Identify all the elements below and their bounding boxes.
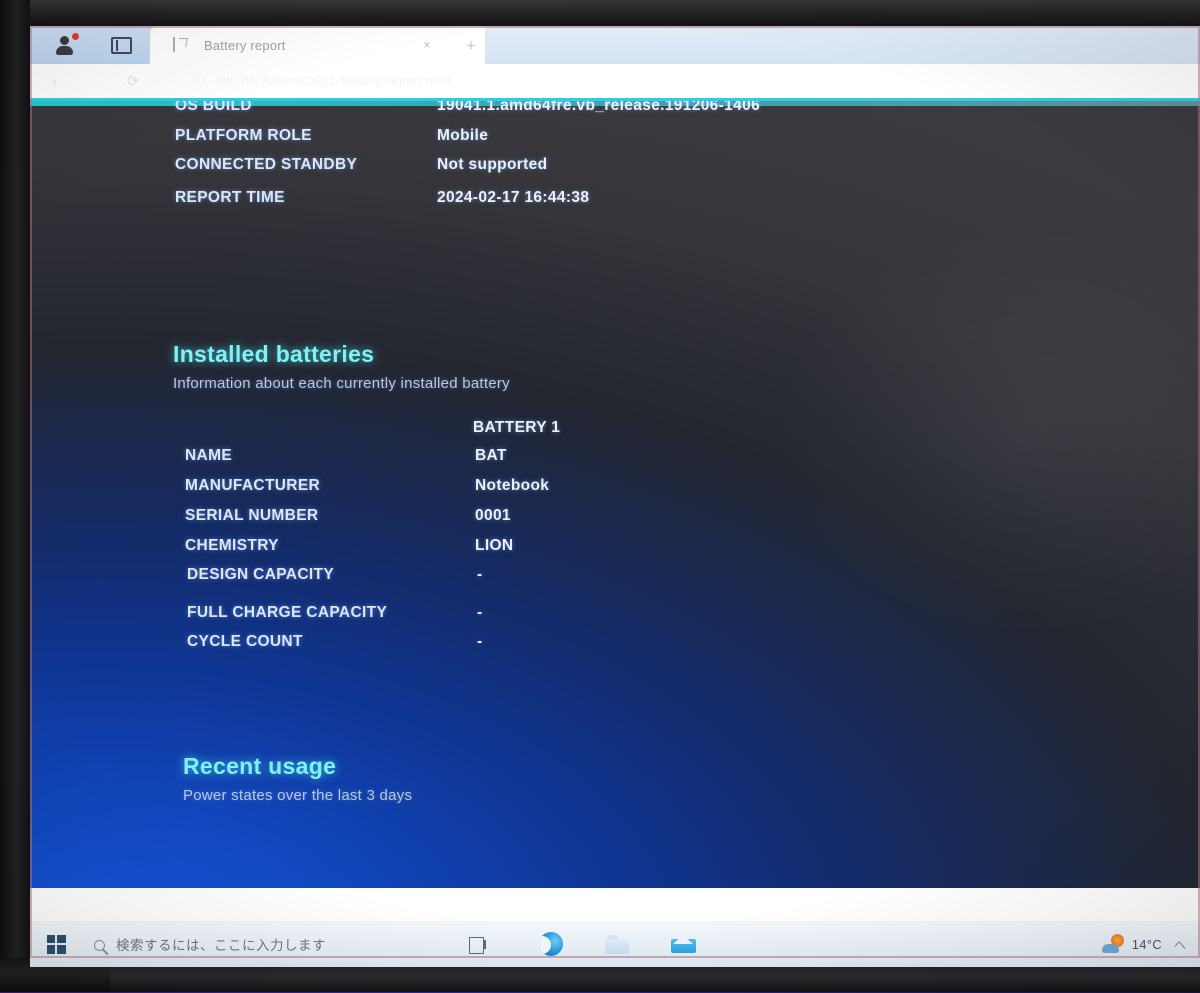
table-row: REPORT TIME 2024-02-17 16:44:38 — [175, 189, 589, 207]
row-label: REPORT TIME — [175, 189, 285, 206]
navigation-toolbar: ‹ ⟳ ⓘ file:///C:/Users/DELL/battery-repo… — [30, 64, 1200, 98]
battery-column-label: BATTERY 1 — [473, 419, 561, 436]
table-row: OS BUILD 19041.1.amd64fre.vb_release.191… — [175, 98, 761, 115]
recent-usage-subheading: Power states over the last 3 days — [183, 787, 413, 804]
task-view-icon — [468, 936, 486, 954]
table-row: DESIGN CAPACITY - — [187, 566, 483, 584]
address-bar[interactable]: ⓘ file:///C:/Users/DELL/battery-report.h… — [190, 68, 1200, 94]
row-label: CHEMISTRY — [185, 537, 279, 554]
row-value: Mobile — [437, 127, 489, 144]
row-label: NAME — [185, 447, 233, 464]
notification-badge-icon — [72, 33, 79, 40]
browser-chrome: Battery report × + ‹ ⟳ ⓘ file:///C:/User… — [30, 26, 1200, 98]
table-row: FULL CHARGE CAPACITY - — [187, 604, 483, 622]
bezel-left — [0, 0, 30, 993]
row-label: PLATFORM ROLE — [175, 127, 312, 144]
row-value: 19041.1.amd64fre.vb_release.191206-1406 — [437, 98, 761, 114]
avatar-icon — [55, 35, 73, 55]
window-pane-icon — [110, 36, 132, 54]
tab-title-label: Battery report — [204, 37, 286, 53]
tab-strip: Battery report × + — [30, 26, 1200, 64]
row-label: MANUFACTURER — [185, 477, 321, 494]
search-input[interactable]: 検索するには、ここに入力します — [82, 921, 427, 967]
table-row: CYCLE COUNT - — [187, 633, 483, 651]
search-placeholder-label: 検索するには、ここに入力します — [116, 938, 326, 953]
back-button[interactable]: ‹ — [38, 67, 72, 95]
address-bar-url: file:///C:/Users/DELL/battery-report.htm… — [216, 74, 452, 88]
row-value: LION — [475, 537, 514, 554]
site-info-icon[interactable]: ⓘ — [190, 74, 208, 88]
row-value: 2024-02-17 16:44:38 — [437, 189, 590, 206]
row-label: OS BUILD — [175, 98, 252, 114]
row-value: - — [477, 566, 483, 583]
laptop-photo-frame: Battery report × + ‹ ⟳ ⓘ file:///C:/User… — [0, 0, 1200, 993]
search-icon — [82, 936, 116, 952]
row-label: DESIGN CAPACITY — [187, 566, 335, 583]
page-favicon-icon — [172, 37, 188, 53]
table-row: MANUFACTURER Notebook — [185, 477, 549, 495]
row-label: SERIAL NUMBER — [185, 507, 319, 524]
reload-icon[interactable]: ⟳ — [116, 67, 150, 95]
weather-temperature-label: 14°C — [1131, 936, 1162, 952]
mail-icon — [670, 935, 696, 953]
row-label: FULL CHARGE CAPACITY — [187, 604, 388, 621]
folder-icon — [605, 934, 629, 954]
weather-widget[interactable]: 14°C — [1101, 934, 1162, 954]
table-row: NAME BAT — [185, 447, 507, 465]
installed-batteries-heading: Installed batteries — [173, 341, 375, 367]
tab-strip-empty-area — [485, 26, 1200, 64]
battery-column-header: BATTERY 1 — [473, 419, 560, 437]
sun-cloud-icon — [1101, 934, 1126, 954]
table-row: CONNECTED STANDBY Not supported — [175, 156, 547, 174]
laptop-screen: Battery report × + ‹ ⟳ ⓘ file:///C:/User… — [30, 26, 1200, 958]
taskbar-item-file-explorer[interactable] — [589, 921, 645, 967]
row-value: BAT — [475, 447, 507, 464]
table-row: PLATFORM ROLE Mobile — [175, 127, 488, 145]
screen-glare — [770, 221, 1200, 641]
tray-expand-icon[interactable]: へ — [1174, 936, 1186, 953]
windows-taskbar: 検索するには、ここに入力します 14°C へ — [30, 921, 1200, 967]
row-label: CONNECTED STANDBY — [175, 156, 358, 173]
table-row: SERIAL NUMBER 0001 — [185, 507, 511, 525]
windows-logo-icon — [46, 934, 66, 954]
battery-report-page: OS BUILD 19041.1.amd64fre.vb_release.191… — [30, 98, 1200, 888]
collections-button[interactable] — [102, 32, 140, 58]
system-tray: 14°C へ — [1101, 921, 1200, 967]
row-value: Notebook — [475, 477, 550, 494]
row-value: Not supported — [437, 156, 548, 173]
installed-batteries-subheading: Information about each currently install… — [173, 375, 510, 392]
profile-avatar-button[interactable] — [42, 30, 86, 60]
task-view-button[interactable] — [449, 921, 505, 967]
recent-usage-heading: Recent usage — [183, 753, 337, 779]
table-row: CHEMISTRY LION — [185, 537, 513, 555]
taskbar-item-mail[interactable] — [655, 921, 711, 967]
tab-close-icon[interactable]: × — [420, 39, 434, 53]
edge-icon — [539, 932, 563, 956]
bezel-top — [0, 0, 1200, 26]
tab-battery-report[interactable]: Battery report × — [150, 26, 450, 64]
row-value: - — [477, 633, 483, 650]
new-tab-button[interactable]: + — [458, 34, 484, 58]
row-value: - — [477, 604, 483, 621]
taskbar-item-edge[interactable] — [523, 921, 579, 967]
row-label: CYCLE COUNT — [187, 633, 303, 650]
start-button[interactable] — [30, 921, 82, 967]
row-value: 0001 — [475, 507, 511, 524]
